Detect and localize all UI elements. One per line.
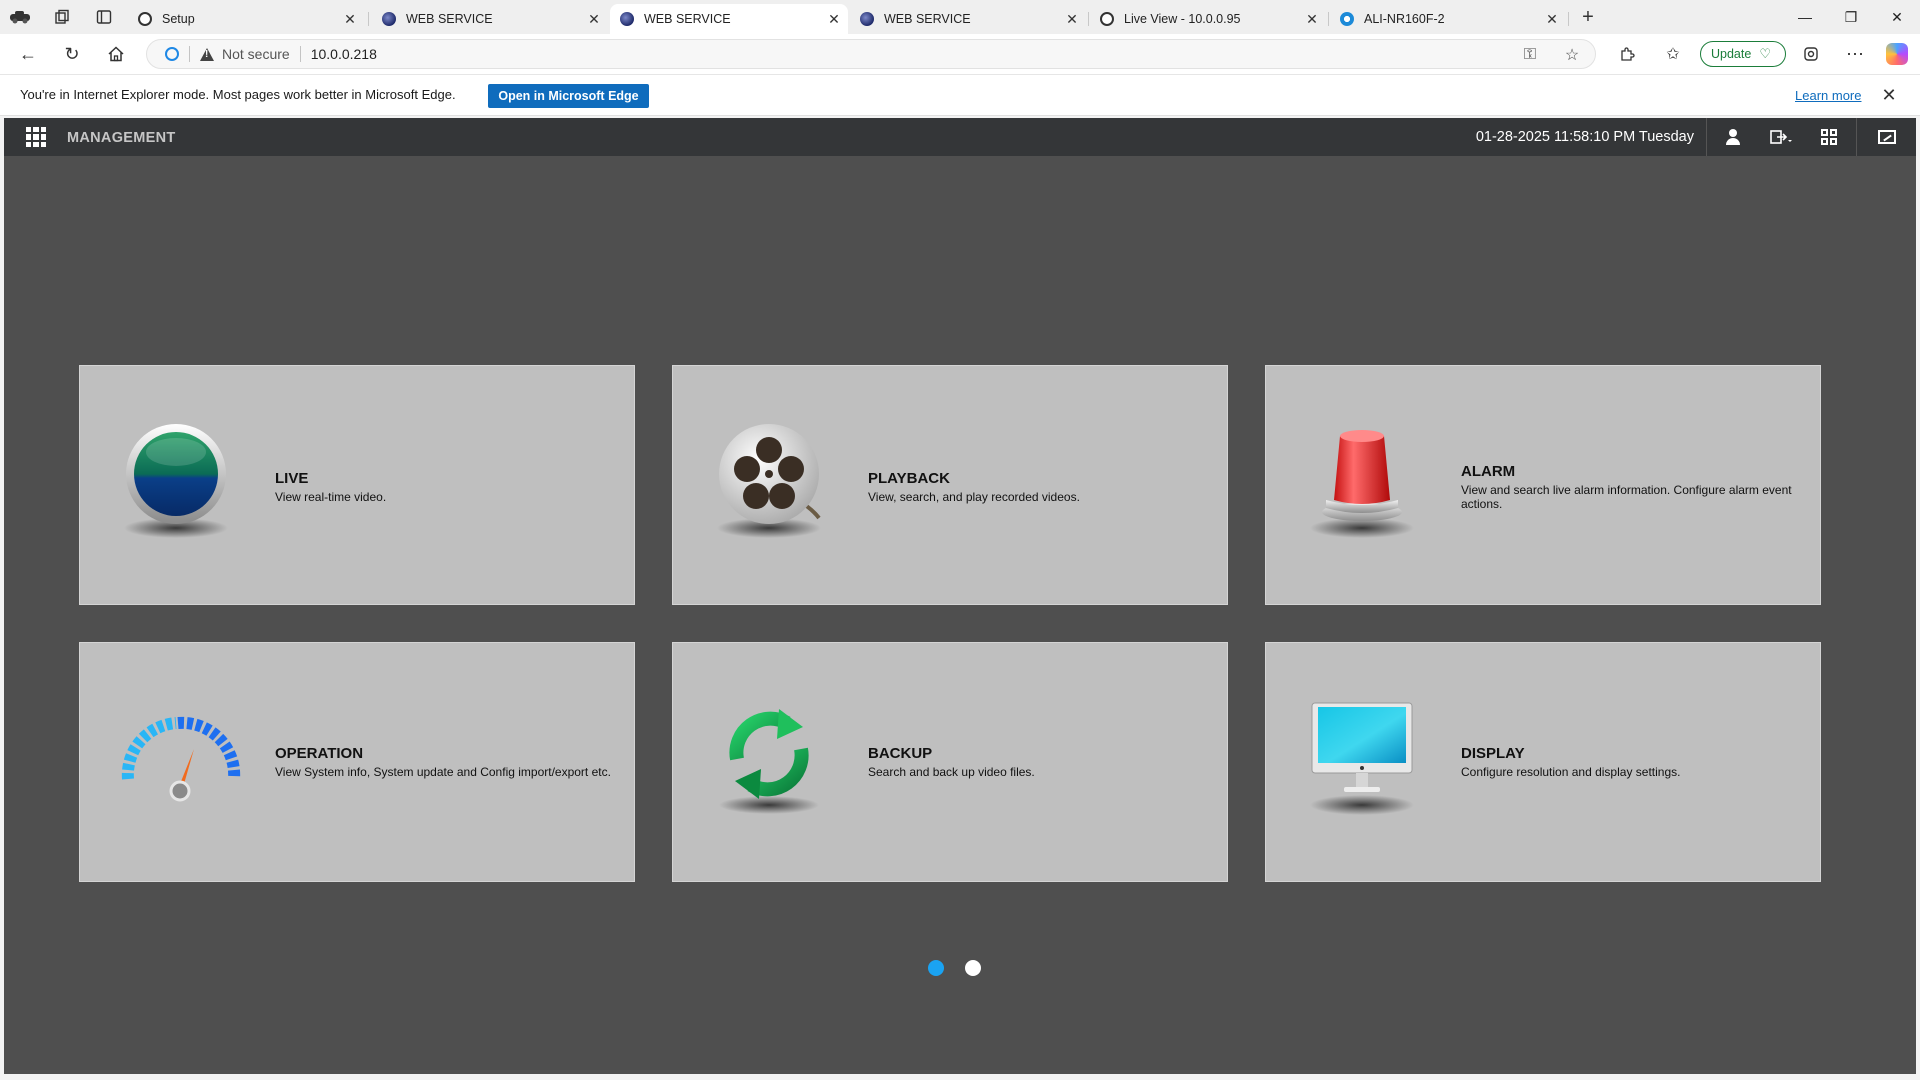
gear-icon — [1340, 12, 1354, 26]
tab-label: WEB SERVICE — [644, 12, 731, 26]
extensions-icon[interactable] — [1614, 42, 1640, 66]
tile-display[interactable]: DISPLAY Configure resolution and display… — [1265, 642, 1821, 882]
tile-title: ALARM — [1461, 463, 1516, 480]
infobar-message: You're in Internet Explorer mode. Most p… — [20, 87, 456, 102]
close-icon[interactable]: ✕ — [824, 11, 844, 28]
ie-mode-infobar: You're in Internet Explorer mode. Most p… — [0, 74, 1920, 116]
qr-code-icon[interactable] — [1816, 125, 1842, 149]
divider — [189, 46, 190, 62]
tile-title: OPERATION — [275, 745, 364, 762]
tile-description: Search and back up video files. — [868, 765, 1035, 779]
tile-title: BACKUP — [868, 745, 933, 762]
monitor-icon — [1302, 701, 1422, 821]
close-icon[interactable]: ✕ — [1062, 11, 1082, 28]
tile-alarm[interactable]: ALARM View and search live alarm informa… — [1265, 365, 1821, 605]
workspaces-icon[interactable] — [50, 5, 74, 29]
user-icon[interactable] — [1720, 125, 1746, 149]
browser-tab-strip: Setup ✕ WEB SERVICE ✕ WEB SERVICE ✕ WEB … — [0, 0, 1920, 34]
tab-divider — [1568, 12, 1569, 26]
app-header: MANAGEMENT 01-28-2025 11:58:10 PM Tuesda… — [4, 118, 1916, 156]
tile-title: DISPLAY — [1461, 745, 1525, 762]
heart-update-icon: ♡ — [1759, 46, 1771, 61]
browser-tab[interactable]: ALI-NR160F-2 ✕ — [1330, 4, 1566, 34]
browser-tab-active[interactable]: WEB SERVICE ✕ — [610, 4, 848, 34]
tile-description: View real-time video. — [275, 490, 387, 504]
tile-description: View and search live alarm information. … — [1461, 483, 1792, 511]
gauge-icon — [116, 701, 241, 821]
close-icon[interactable]: ✕ — [1302, 11, 1322, 28]
tab-label: Live View - 10.0.0.95 — [1124, 12, 1241, 26]
profile-icon[interactable] — [8, 5, 32, 29]
minimize-icon[interactable]: — — [1782, 0, 1828, 34]
refresh-icon — [709, 701, 829, 821]
new-tab-button[interactable]: + — [1576, 5, 1600, 29]
ie-mode-icon[interactable] — [165, 47, 179, 61]
update-label: Update — [1711, 47, 1752, 61]
tile-description: Configure resolution and display setting… — [1461, 765, 1681, 779]
restore-icon[interactable]: ❐ — [1828, 0, 1874, 34]
tab-divider — [368, 12, 369, 26]
fullscreen-icon[interactable] — [1874, 125, 1900, 149]
tile-operation[interactable]: OPERATION View System info, System updat… — [79, 642, 635, 882]
favorites-icon[interactable]: ✩ — [1660, 42, 1686, 66]
divider — [1706, 118, 1707, 156]
tile-playback[interactable]: PLAYBACK View, search, and play recorded… — [672, 365, 1228, 605]
tile-description: View System info, System update and Conf… — [275, 765, 611, 779]
tab-actions-icon[interactable] — [92, 5, 116, 29]
browser-tab[interactable]: Live View - 10.0.0.95 ✕ — [1090, 4, 1326, 34]
update-button[interactable]: Update ♡ — [1700, 41, 1786, 67]
tile-backup[interactable]: BACKUP Search and back up video files. — [672, 642, 1228, 882]
browser-essentials-icon[interactable] — [1798, 42, 1824, 66]
ie-icon — [1100, 12, 1114, 26]
browser-toolbar: ← ↻ Not secure 10.0.0.218 ⚿ ☆ ✩ Update ♡… — [0, 34, 1920, 74]
tile-title: LIVE — [275, 470, 309, 487]
ie-icon — [138, 12, 152, 26]
page-title: MANAGEMENT — [67, 130, 176, 146]
film-reel-icon — [709, 424, 829, 544]
divider — [299, 46, 301, 62]
home-icon[interactable] — [102, 42, 130, 66]
management-app: MANAGEMENT 01-28-2025 11:58:10 PM Tuesda… — [4, 118, 1916, 1074]
tab-label: WEB SERVICE — [406, 12, 493, 26]
tile-title: PLAYBACK — [868, 470, 950, 487]
divider — [1856, 118, 1857, 156]
web-service-icon — [382, 12, 396, 26]
more-options-icon[interactable]: ⋯ — [1842, 42, 1868, 66]
key-icon[interactable]: ⚿ — [1519, 44, 1541, 66]
tab-label: ALI-NR160F-2 — [1364, 12, 1445, 26]
browser-tab[interactable]: WEB SERVICE ✕ — [372, 4, 608, 34]
web-service-icon — [860, 12, 874, 26]
tile-description: View, search, and play recorded videos. — [868, 490, 1080, 504]
copilot-icon[interactable] — [1886, 43, 1908, 65]
tile-live[interactable]: LIVE View real-time video. — [79, 365, 635, 605]
alarm-siren-icon — [1302, 424, 1422, 544]
tab-label: WEB SERVICE — [884, 12, 971, 26]
window-close-icon[interactable]: ✕ — [1874, 0, 1920, 34]
logout-icon[interactable] — [1768, 125, 1794, 149]
refresh-icon[interactable]: ↻ — [58, 42, 86, 66]
back-icon[interactable]: ← — [14, 42, 42, 66]
live-icon — [116, 424, 236, 544]
browser-tab[interactable]: WEB SERVICE ✕ — [850, 4, 1086, 34]
url-text[interactable]: 10.0.0.218 — [311, 46, 377, 62]
learn-more-link[interactable]: Learn more — [1795, 88, 1861, 103]
web-service-icon — [620, 12, 634, 26]
address-bar[interactable]: Not secure 10.0.0.218 ⚿ ☆ — [146, 39, 1596, 69]
close-icon[interactable]: ✕ — [340, 11, 360, 28]
datetime: 01-28-2025 11:58:10 PM Tuesday — [1475, 129, 1694, 145]
tab-divider — [1088, 12, 1089, 26]
open-in-edge-button[interactable]: Open in Microsoft Edge — [488, 84, 649, 108]
warning-icon — [200, 47, 214, 61]
tab-divider — [1328, 12, 1329, 26]
close-icon[interactable]: ✕ — [584, 11, 604, 28]
app-grid-icon[interactable] — [26, 127, 46, 147]
favorite-star-icon[interactable]: ☆ — [1561, 44, 1583, 66]
tab-label: Setup — [162, 12, 195, 26]
pager-dot[interactable] — [965, 960, 981, 976]
close-icon[interactable]: ✕ — [1878, 84, 1900, 106]
close-icon[interactable]: ✕ — [1542, 11, 1562, 28]
pager-dot-active[interactable] — [928, 960, 944, 976]
browser-tab[interactable]: Setup ✕ — [128, 4, 364, 34]
security-label[interactable]: Not secure — [222, 46, 290, 62]
